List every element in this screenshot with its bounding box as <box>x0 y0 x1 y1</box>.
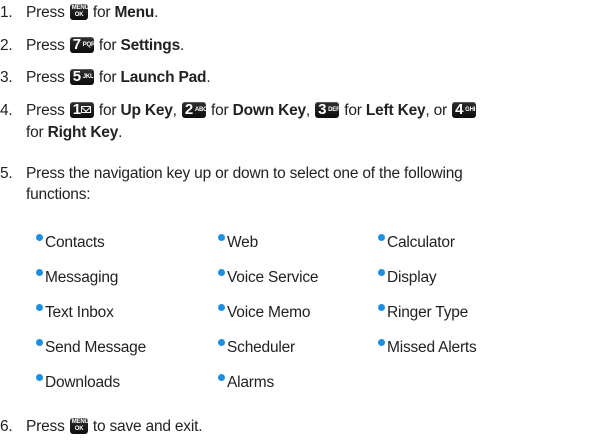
bullet-icon <box>36 269 43 276</box>
step-text: Press <box>26 102 65 119</box>
menu-ok-key-icon: MENU OK <box>69 418 89 434</box>
list-item: Alarms <box>218 373 274 393</box>
list-item: Ringer Type <box>378 303 468 323</box>
bullet-icon <box>218 374 225 381</box>
step-text: for <box>98 69 117 86</box>
step-number: 6. <box>0 418 13 435</box>
down-key-label: Down Key <box>232 102 307 119</box>
list-item: Contacts <box>36 233 105 253</box>
step-text: Press <box>26 418 65 435</box>
step-number: 2. <box>0 37 13 54</box>
step-text: for <box>98 102 117 119</box>
step-text: Press <box>26 37 65 54</box>
step-text: functions: <box>26 186 91 203</box>
key-1-icon: 1 <box>69 101 94 118</box>
bullet-icon <box>378 339 385 346</box>
step-number: 3. <box>0 69 13 86</box>
step-text: to save and exit. <box>92 418 203 435</box>
instruction-page: 1. Press MENU OK for Menu. 2. Press 7 PQRS… <box>0 0 593 443</box>
left-key-label: Left Key <box>365 102 426 119</box>
list-item: Missed Alerts <box>378 338 477 358</box>
list-item: Downloads <box>36 373 120 393</box>
list-item: Voice Service <box>218 268 319 288</box>
bullet-icon <box>378 304 385 311</box>
list-item: Scheduler <box>218 338 295 358</box>
bullet-icon <box>36 374 43 381</box>
step-text: for <box>344 102 362 119</box>
bullet-icon <box>36 339 43 346</box>
bullet-icon <box>36 234 43 241</box>
key-3-icon: 3 DEF <box>315 101 340 118</box>
menu-label: Menu <box>114 4 155 21</box>
step-number: 4. <box>0 102 13 119</box>
list-item: Calculator <box>378 233 455 253</box>
step-text: for <box>26 124 44 141</box>
step-text: for <box>210 102 229 119</box>
step-text: Press the navigation key up or down to s… <box>26 165 463 182</box>
list-item: Send Message <box>36 338 146 358</box>
key-2-icon: 2 ABC <box>181 101 207 118</box>
bullet-icon <box>36 304 43 311</box>
bullet-icon <box>378 234 385 241</box>
key-7-icon: 7 PQRS <box>69 36 99 53</box>
step-text: for <box>92 4 111 21</box>
list-item: Text Inbox <box>36 303 114 323</box>
launch-pad-label: Launch Pad <box>120 69 207 86</box>
step-number: 1. <box>0 4 13 21</box>
bullet-icon <box>218 269 225 276</box>
key-5-icon: 5 JKL <box>69 68 94 85</box>
step-number: 5. <box>0 165 13 182</box>
right-key-label: Right Key <box>47 124 119 141</box>
list-item: Messaging <box>36 268 118 288</box>
functions-list: Contacts Web Calculator Messaging Voice … <box>36 233 586 408</box>
step-text: Press <box>26 69 65 86</box>
bullet-icon <box>218 234 225 241</box>
menu-ok-key-icon: MENU OK <box>69 4 89 20</box>
settings-label: Settings <box>120 37 180 54</box>
list-item: Display <box>378 268 437 288</box>
key-4-icon: 4 GHI <box>452 101 477 118</box>
step-text: Press <box>26 4 65 21</box>
up-key-label: Up Key <box>120 102 173 119</box>
envelope-icon <box>80 106 91 113</box>
bullet-icon <box>378 269 385 276</box>
bullet-icon <box>218 339 225 346</box>
list-item: Web <box>218 233 258 253</box>
step-text: for <box>98 37 117 54</box>
list-item: Voice Memo <box>218 303 310 323</box>
bullet-icon <box>218 304 225 311</box>
